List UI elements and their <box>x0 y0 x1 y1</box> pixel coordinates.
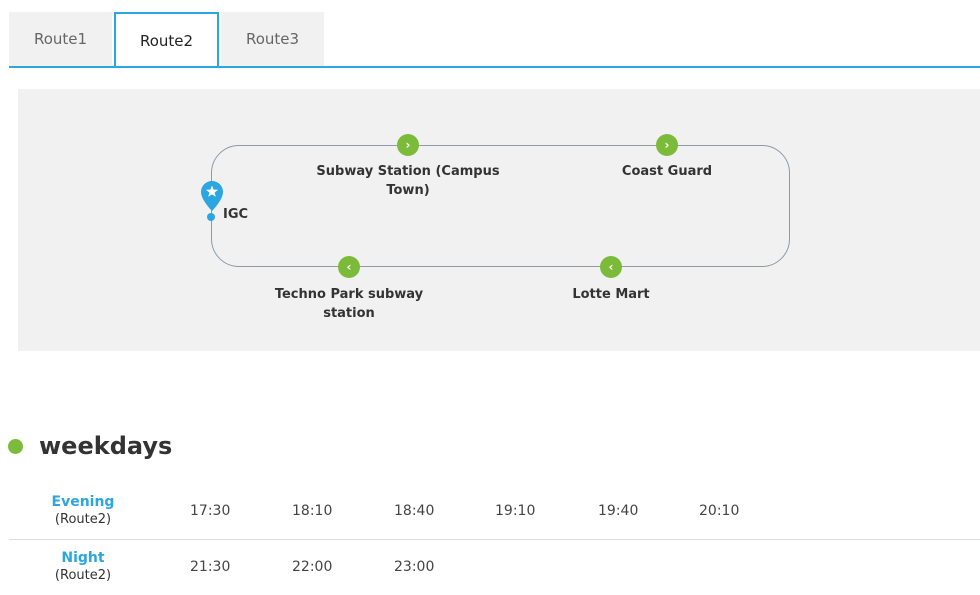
stop-label-lotte-mart: Lotte Mart <box>572 287 650 302</box>
chevron-right-icon: › <box>397 134 419 156</box>
stop-label-subway-station: Subway Station (Campus Town) <box>316 164 500 198</box>
section-title: weekdays <box>8 432 172 460</box>
tab-route1[interactable]: Route1 <box>9 12 112 66</box>
tab-route2[interactable]: Route2 <box>114 12 219 68</box>
time-cell: 18:10 <box>292 503 333 519</box>
tab-route3[interactable]: Route3 <box>221 12 324 66</box>
route-tabs: Route1 Route2 Route3 <box>9 12 980 68</box>
time-cell: 17:30 <box>190 503 231 519</box>
start-label: IGC <box>223 207 249 222</box>
schedule-row: Night (Route2) 21:30 22:00 23:00 <box>9 545 980 595</box>
time-cell: 21:30 <box>190 559 231 575</box>
schedule-row: Evening (Route2) 17:30 18:10 18:40 19:10… <box>9 489 980 540</box>
section-title-text: weekdays <box>39 432 173 460</box>
star-pin-icon <box>201 181 223 211</box>
chevron-right-icon: › <box>656 134 678 156</box>
stop-label-coast-guard: Coast Guard <box>621 164 713 179</box>
chevron-left-icon: ‹ <box>338 256 360 278</box>
time-cell: 19:10 <box>495 503 536 519</box>
bullet-dot-icon <box>8 438 23 454</box>
time-cell: 18:40 <box>394 503 435 519</box>
route-map: IGC › Subway Station (Campus Town) › Coa… <box>18 89 980 351</box>
chevron-left-icon: ‹ <box>600 256 622 278</box>
row-name: Night <box>61 550 105 566</box>
row-route: (Route2) <box>54 568 112 583</box>
row-header: Night (Route2) <box>39 549 127 585</box>
tabs-underline <box>9 66 980 68</box>
stop-label-techno-park: Techno Park subway station <box>274 287 424 321</box>
time-cell: 20:10 <box>699 503 740 519</box>
time-cell: 23:00 <box>394 559 435 575</box>
time-cell: 22:00 <box>292 559 333 575</box>
row-name: Evening <box>51 494 115 510</box>
time-cell: 19:40 <box>598 503 639 519</box>
row-header: Evening (Route2) <box>39 493 127 529</box>
row-route: (Route2) <box>54 512 112 527</box>
start-dot <box>207 213 215 221</box>
